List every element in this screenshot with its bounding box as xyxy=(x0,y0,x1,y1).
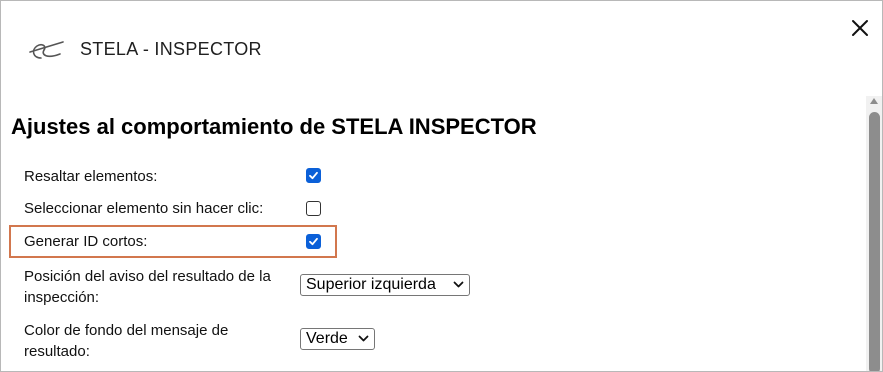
scroll-up-arrow-icon[interactable] xyxy=(869,96,879,106)
stela-logo-icon xyxy=(29,41,64,59)
app-title: STELA - INSPECTOR xyxy=(80,39,262,59)
settings-panel: Ajustes al comportamiento de STELA INSPE… xyxy=(1,96,863,371)
chevron-down-icon xyxy=(453,281,464,288)
short-ids-label: Generar ID cortos: xyxy=(24,233,148,250)
highlight-elements-label: Resaltar elementos: xyxy=(24,168,158,185)
short-ids-checkbox[interactable] xyxy=(306,234,321,249)
settings-heading: Ajustes al comportamiento de STELA INSPE… xyxy=(11,114,537,139)
dialog-header: STELA - INSPECTOR xyxy=(1,1,882,96)
notice-position-label-line1: Posición del aviso del resultado de la xyxy=(24,268,271,285)
notice-position-select[interactable]: Superior izquierda xyxy=(300,274,470,296)
close-icon[interactable] xyxy=(849,17,871,39)
vertical-scrollbar[interactable] xyxy=(866,96,882,371)
select-without-click-checkbox[interactable] xyxy=(306,201,321,216)
background-color-value: Verde xyxy=(306,330,348,347)
chevron-down-icon xyxy=(358,335,369,342)
background-color-label-line2: resultado: xyxy=(24,343,90,360)
background-color-select[interactable]: Verde xyxy=(300,328,375,350)
scrollbar-thumb[interactable] xyxy=(869,112,880,371)
background-color-label-line1: Color de fondo del mensaje de xyxy=(24,322,229,339)
notice-position-value: Superior izquierda xyxy=(306,276,436,293)
checkmark-icon xyxy=(309,237,318,246)
select-without-click-label: Seleccionar elemento sin hacer clic: xyxy=(24,200,264,217)
dialog-window: STELA - INSPECTOR Ajustes al comportamie… xyxy=(0,0,883,372)
highlight-elements-checkbox[interactable] xyxy=(306,168,321,183)
notice-position-label-line2: inspección: xyxy=(24,289,100,306)
checkmark-icon xyxy=(309,171,318,180)
